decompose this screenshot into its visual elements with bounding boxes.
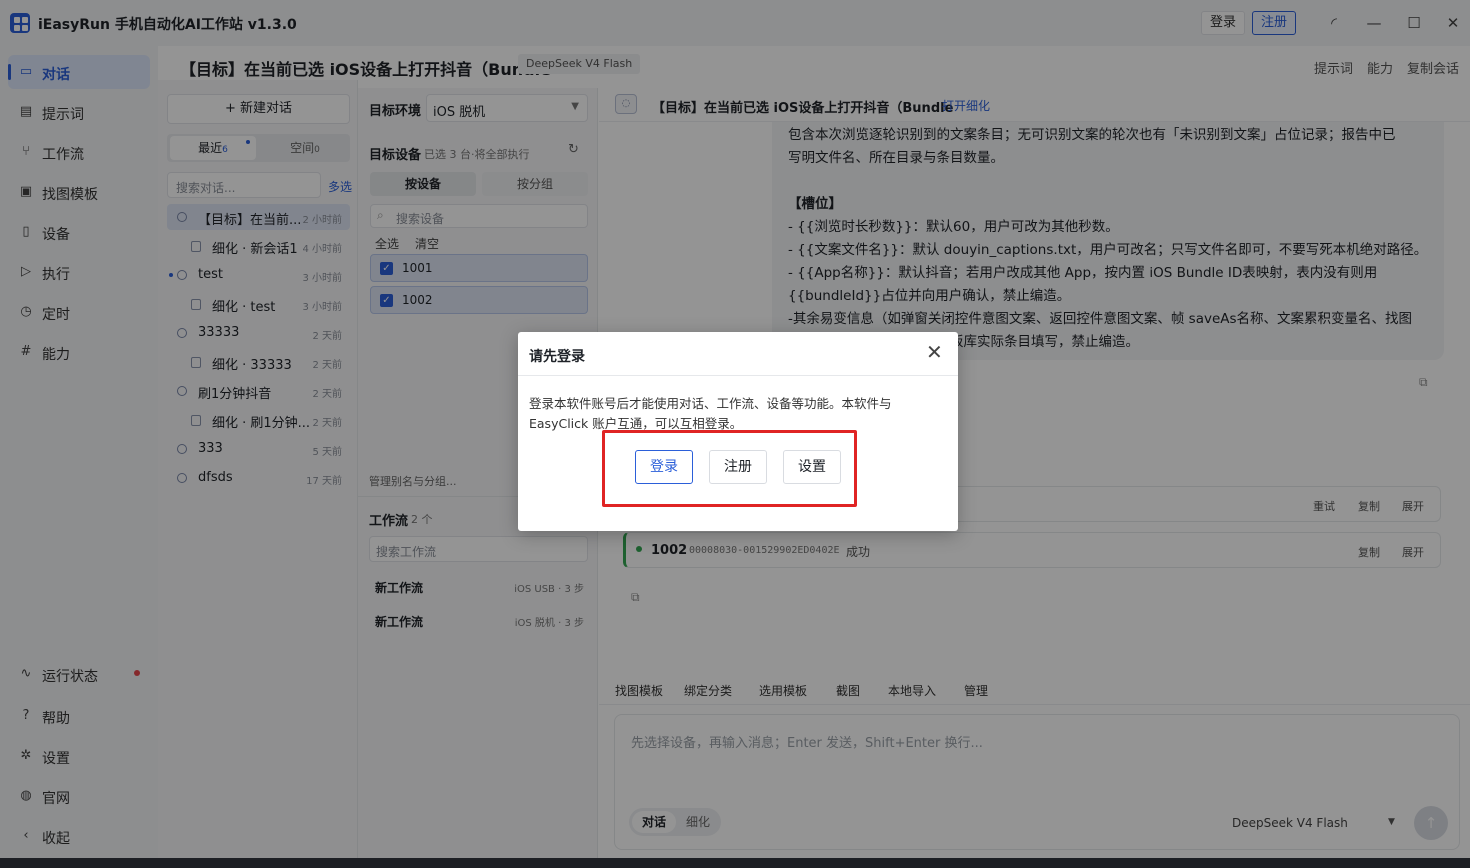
dialog-register-button[interactable]: 注册 (709, 450, 767, 484)
dialog-divider (518, 375, 958, 376)
dialog-settings-button[interactable]: 设置 (783, 450, 841, 484)
dialog-close-icon[interactable]: ✕ (926, 340, 943, 364)
os-taskbar (0, 858, 1470, 868)
dialog-title: 请先登录 (529, 349, 585, 365)
dialog-login-button[interactable]: 登录 (635, 450, 693, 484)
dialog-body-line-1: 登录本软件账号后才能使用对话、工作流、设备等功能。本软件与 (529, 396, 892, 411)
login-required-dialog: 请先登录 ✕ 登录本软件账号后才能使用对话、工作流、设备等功能。本软件与 Eas… (518, 332, 958, 531)
